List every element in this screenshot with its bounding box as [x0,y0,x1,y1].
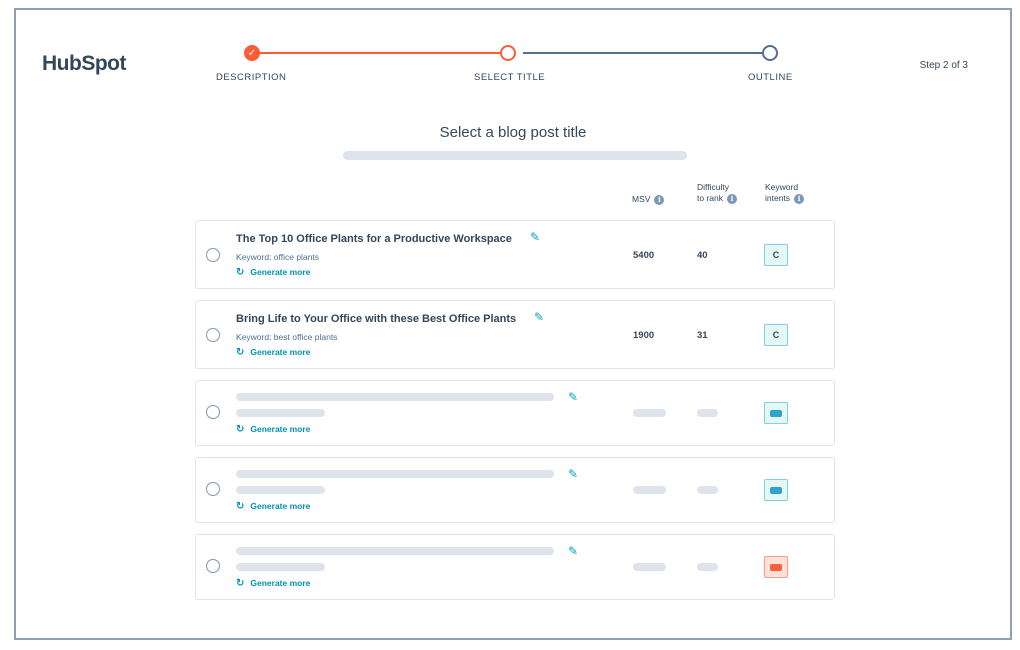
title-option-row-loading[interactable]: ✎ ↻ Generate more [195,457,835,523]
msv-placeholder [633,486,666,494]
info-icon[interactable]: i [794,193,805,204]
column-header-msv-label: MSV [632,194,651,204]
generate-more-label: Generate more [250,424,311,434]
step-connector-completed [259,52,509,54]
column-header-intent-line2: intents [765,193,791,203]
refresh-icon: ↻ [236,347,245,358]
title-option-row[interactable]: Bring Life to Your Office with these Bes… [195,300,835,369]
edit-pencil-icon[interactable]: ✎ [568,467,578,481]
refresh-icon: ↻ [236,267,245,278]
column-header-difficulty-line1: Difficulty [697,182,729,192]
edit-pencil-icon[interactable]: ✎ [568,544,578,558]
msv-value: 1900 [633,330,655,341]
step-label-select-title: SELECT TITLE [474,72,546,83]
edit-pencil-icon[interactable]: ✎ [534,310,544,324]
title-radio-button[interactable] [206,328,220,342]
keyword-intent-badge-loading [764,402,788,424]
msv-placeholder [633,409,666,417]
msv-placeholder [633,563,666,571]
step-label-description: DESCRIPTION [216,72,287,83]
column-header-msv: MSV i [632,194,665,205]
generate-more-label: Generate more [250,578,311,588]
title-keyword: Keyword: best office plants [236,332,338,342]
intent-chip [770,563,782,571]
refresh-icon: ↻ [236,578,245,589]
generate-more-label: Generate more [250,347,311,357]
title-option-text: The Top 10 Office Plants for a Productiv… [236,233,512,245]
column-header-difficulty-line2: to rank [697,193,723,203]
keyword-placeholder [236,409,325,417]
generate-more-link[interactable]: ↻ Generate more [236,267,310,278]
title-radio-button[interactable] [206,248,220,262]
generate-more-link[interactable]: ↻ Generate more [236,347,310,358]
loading-placeholder-bar [343,151,687,160]
keyword-intent-badge: C [764,324,788,346]
title-option-row[interactable]: The Top 10 Office Plants for a Productiv… [195,220,835,289]
keyword-placeholder [236,563,325,571]
title-keyword: Keyword: office plants [236,252,319,262]
title-option-row-loading[interactable]: ✎ ↻ Generate more [195,534,835,600]
difficulty-value: 40 [697,250,708,261]
difficulty-placeholder [697,563,718,571]
difficulty-placeholder [697,409,718,417]
page-title: Select a blog post title [439,124,587,141]
step-active-indicator [500,45,516,61]
intent-chip [770,409,782,417]
generate-more-link[interactable]: ↻ Generate more [236,501,310,512]
step-counter: Step 2 of 3 [919,60,968,71]
difficulty-placeholder [697,486,718,494]
title-placeholder [236,470,554,478]
title-radio-button[interactable] [206,405,220,419]
column-header-keyword-intents: Keyword intents i [765,182,805,204]
generate-more-link[interactable]: ↻ Generate more [236,578,310,589]
step-label-outline: OUTLINE [748,72,793,83]
keyword-intent-badge-loading [764,479,788,501]
step-pending-indicator [762,45,778,61]
generate-more-link[interactable]: ↻ Generate more [236,424,310,435]
msv-value: 5400 [633,250,655,261]
refresh-icon: ↻ [236,501,245,512]
info-icon[interactable]: i [654,194,665,205]
title-radio-button[interactable] [206,482,220,496]
title-radio-button[interactable] [206,559,220,573]
title-placeholder [236,547,554,555]
step-connector-pending [523,52,771,54]
intent-chip [770,486,782,494]
edit-pencil-icon[interactable]: ✎ [530,230,540,244]
keyword-placeholder [236,486,325,494]
step-completed-check-icon: ✓ [244,45,260,61]
difficulty-value: 31 [697,330,708,341]
column-header-intent-line1: Keyword [765,182,799,192]
edit-pencil-icon[interactable]: ✎ [568,390,578,404]
keyword-intent-badge-loading [764,556,788,578]
title-option-text: Bring Life to Your Office with these Bes… [236,313,517,325]
keyword-intent-badge: C [764,244,788,266]
generate-more-label: Generate more [250,501,311,511]
app-frame: HubSpot ✓ DESCRIPTION SELECT TITLE OUTLI… [14,8,1012,640]
title-option-row-loading[interactable]: ✎ ↻ Generate more [195,380,835,446]
info-icon[interactable]: i [727,193,737,204]
column-header-difficulty: Difficulty to rank i [697,182,737,204]
refresh-icon: ↻ [236,424,245,435]
progress-stepper: ✓ DESCRIPTION SELECT TITLE OUTLINE Step … [16,10,1010,100]
title-placeholder [236,393,554,401]
generate-more-label: Generate more [250,267,311,277]
